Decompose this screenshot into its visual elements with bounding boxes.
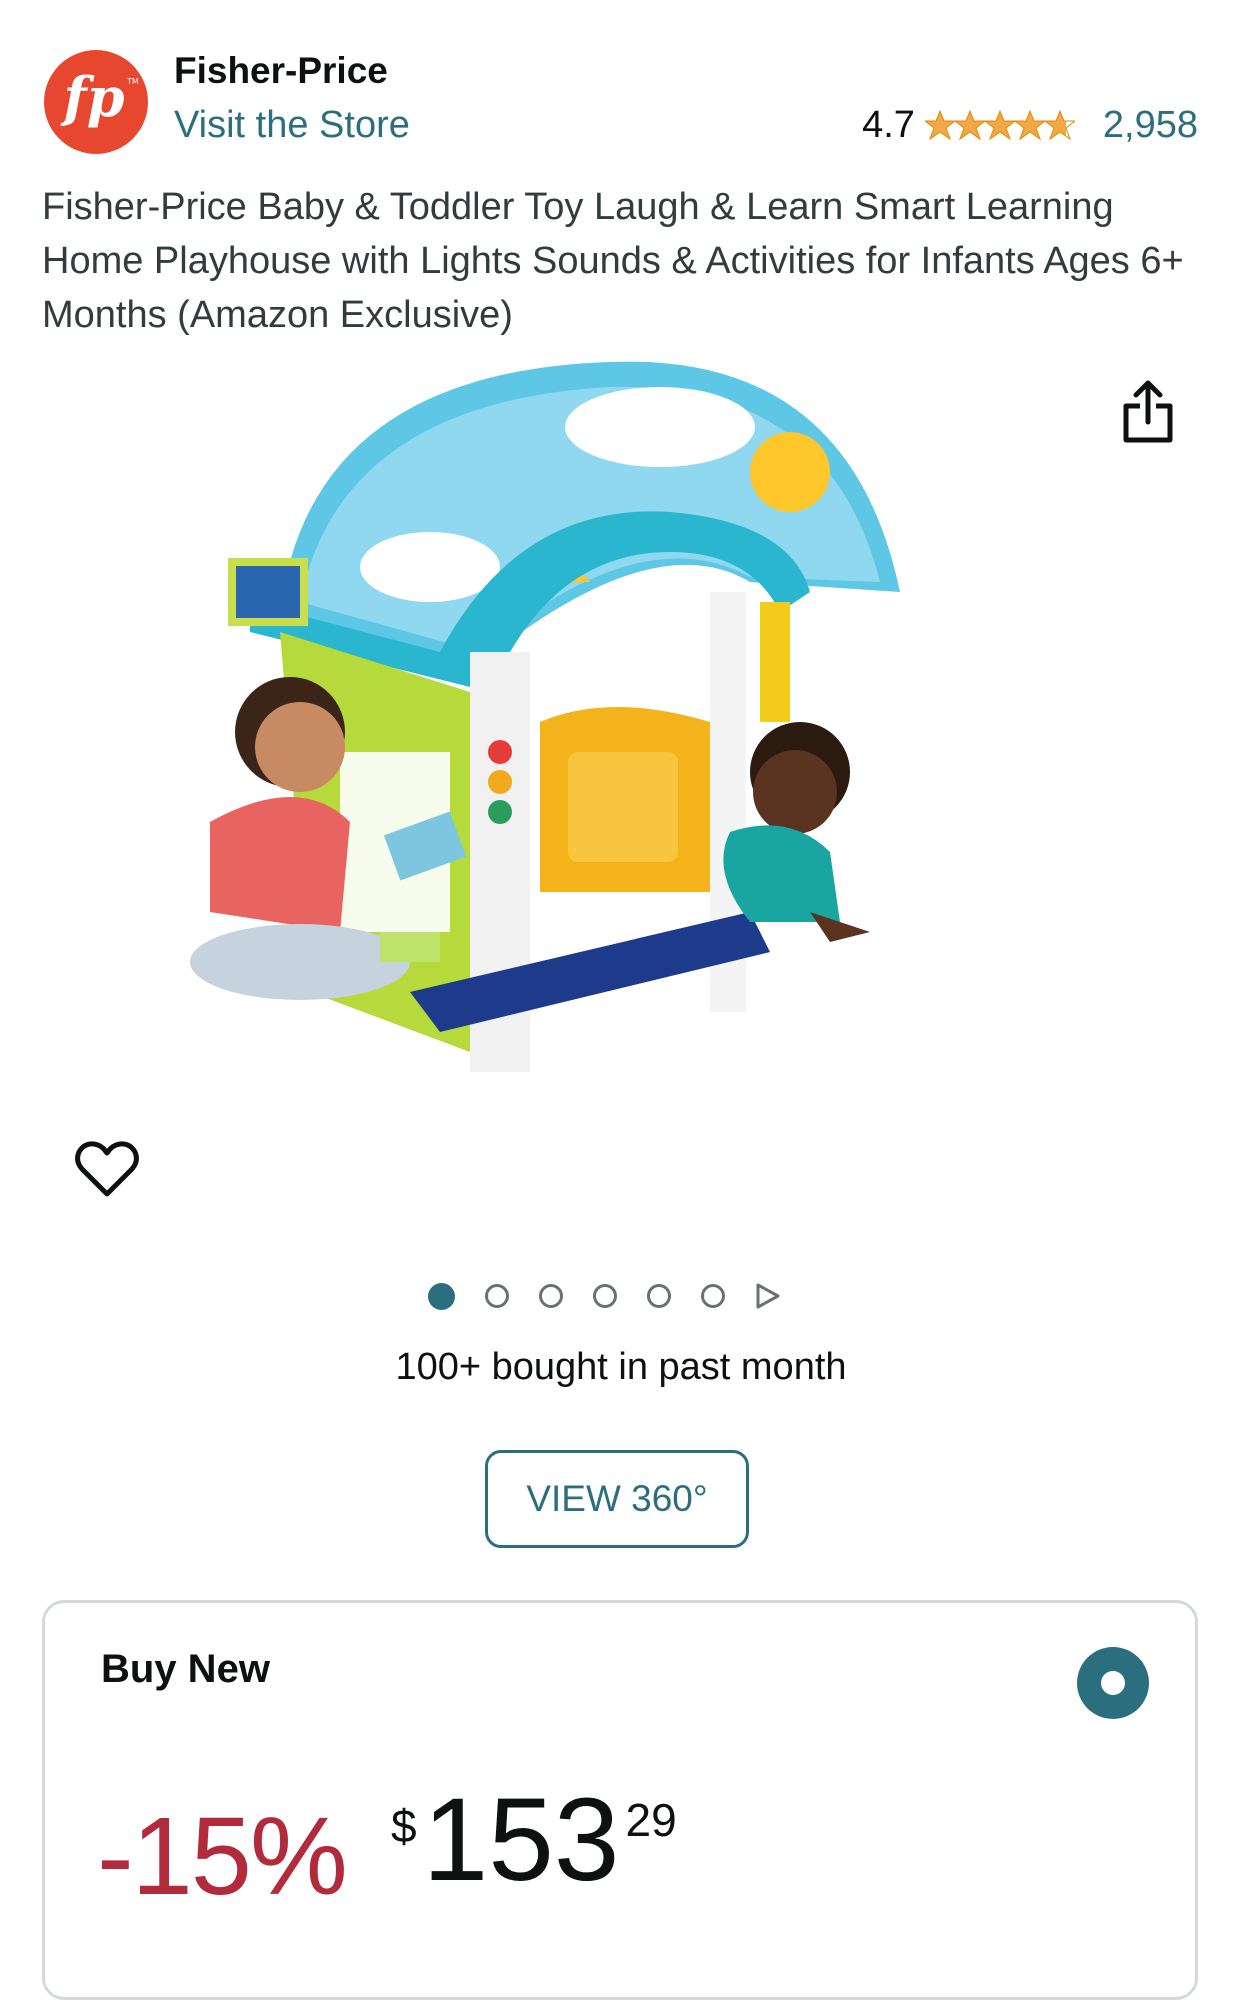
view-360-button[interactable]: VIEW 360°	[485, 1450, 749, 1548]
carousel-dot-3[interactable]	[539, 1284, 563, 1308]
video-play-icon[interactable]	[755, 1282, 781, 1310]
buy-new-card[interactable]: Buy New -15% $ 153 29	[42, 1600, 1198, 2000]
brand-logo[interactable]: fp TM	[44, 50, 148, 154]
brand-name: Fisher-Price	[174, 50, 388, 91]
rating-summary[interactable]: 4.7 2,958	[862, 104, 1198, 147]
carousel-dot-5[interactable]	[647, 1284, 671, 1308]
star-rating-icon	[924, 110, 1075, 142]
product-image[interactable]	[190, 352, 1050, 1232]
visit-store-link[interactable]: Visit the Store	[174, 104, 410, 147]
discount-percentage: -15%	[97, 1795, 348, 1918]
price-currency-symbol: $	[391, 1800, 417, 1852]
svg-text:fp: fp	[60, 65, 125, 129]
review-count-link[interactable]: 2,958	[1103, 104, 1198, 147]
rating-value: 4.7	[862, 104, 915, 146]
wishlist-button[interactable]	[74, 1140, 140, 1200]
toy-playhouse-image	[190, 361, 900, 1072]
svg-text:TM: TM	[126, 77, 139, 86]
image-carousel-indicator[interactable]	[428, 1282, 781, 1310]
carousel-dot-4[interactable]	[593, 1284, 617, 1308]
fisher-price-logo-icon: fp TM	[60, 65, 139, 129]
buy-new-title: Buy New	[101, 1647, 270, 1691]
price: $ 153 29	[391, 1781, 677, 1899]
product-title: Fisher-Price Baby & Toddler Toy Laugh & …	[42, 186, 1184, 336]
carousel-dot-2[interactable]	[485, 1284, 509, 1308]
carousel-dot-6[interactable]	[701, 1284, 725, 1308]
share-icon	[1123, 380, 1173, 443]
buy-new-radio-button[interactable]	[1077, 1647, 1149, 1719]
heart-icon	[75, 1141, 139, 1197]
share-button[interactable]	[1118, 378, 1178, 446]
bought-in-past-month-text: 100+ bought in past month	[395, 1346, 847, 1388]
price-whole: 153	[422, 1774, 620, 1906]
carousel-dot-1[interactable]	[428, 1282, 455, 1310]
price-fraction: 29	[625, 1794, 677, 1846]
